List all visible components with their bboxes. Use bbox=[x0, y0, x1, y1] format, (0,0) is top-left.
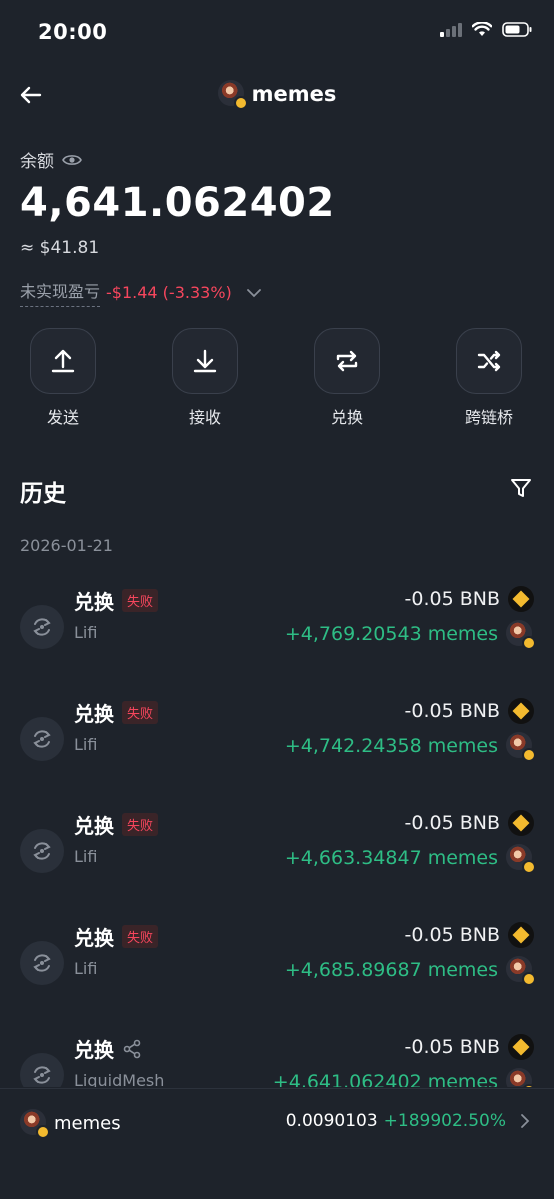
tx-type: 兑换 bbox=[74, 590, 114, 614]
swap-icon bbox=[336, 350, 358, 372]
send-button[interactable]: 发送 bbox=[29, 328, 97, 428]
transaction-row[interactable]: 兑换 失败 Lifi -0.05 BNB +4,685.89687 memes bbox=[0, 922, 554, 1034]
page-title: memes bbox=[0, 80, 554, 110]
filter-icon[interactable] bbox=[510, 477, 532, 499]
history-title: 历史 bbox=[20, 481, 66, 507]
tx-out-amount: -0.05 BNB bbox=[404, 924, 500, 946]
tx-in-amount: +4,742.24358 memes bbox=[284, 735, 498, 757]
share-icon[interactable] bbox=[122, 1039, 142, 1059]
failed-badge: 失败 bbox=[122, 813, 159, 836]
tx-out-amount: -0.05 BNB bbox=[404, 700, 500, 722]
failed-badge: 失败 bbox=[122, 925, 159, 948]
shuffle-icon bbox=[477, 350, 501, 372]
status-icons bbox=[440, 22, 532, 37]
balance-label: 余额 bbox=[20, 147, 82, 172]
history-date: 2026-01-21 bbox=[20, 536, 113, 555]
transaction-row[interactable]: 兑换 失败 Lifi -0.05 BNB +4,742.24358 memes bbox=[0, 698, 554, 810]
send-label: 发送 bbox=[46, 408, 79, 427]
balance-label-text: 余额 bbox=[20, 152, 54, 172]
tx-provider: Lifi bbox=[74, 959, 98, 978]
tx-type: 兑换 bbox=[74, 702, 114, 726]
tx-type: 兑换 bbox=[74, 926, 114, 950]
tx-in-amount: +4,663.34847 memes bbox=[284, 847, 498, 869]
transaction-row[interactable]: 兑换 失败 Lifi -0.05 BNB +4,663.34847 memes bbox=[0, 810, 554, 922]
swap-tx-icon bbox=[20, 717, 64, 761]
swap-tx-icon bbox=[20, 941, 64, 985]
bridge-label: 跨链桥 bbox=[464, 408, 513, 427]
eye-icon[interactable] bbox=[62, 153, 82, 167]
balance-usd: ≈ $41.81 bbox=[20, 238, 100, 258]
receive-label: 接收 bbox=[188, 408, 221, 427]
pnl-value: -$1.44 (-3.33%) bbox=[106, 283, 232, 302]
swap-tx-icon bbox=[20, 605, 64, 649]
tx-in-amount: +4,641.062402 memes bbox=[272, 1071, 498, 1087]
memes-token-icon bbox=[506, 956, 536, 986]
upload-icon bbox=[51, 349, 75, 373]
tx-provider: Lifi bbox=[74, 847, 98, 866]
price-bar[interactable]: memes 0.0090103 +189902.50% bbox=[0, 1088, 554, 1154]
swap-tx-icon bbox=[20, 829, 64, 873]
action-bar: 发送 接收 兑换 跨链桥 bbox=[0, 328, 554, 428]
tx-out-amount: -0.05 BNB bbox=[404, 812, 500, 834]
memes-token-icon bbox=[20, 1109, 50, 1139]
tx-type: 兑换 bbox=[74, 814, 114, 838]
tx-out-amount: -0.05 BNB bbox=[404, 588, 500, 610]
tx-type: 兑换 bbox=[74, 1038, 114, 1062]
swap-tx-icon bbox=[20, 1053, 64, 1087]
token-price: 0.0090103 bbox=[285, 1111, 378, 1131]
swap-label: 兑换 bbox=[330, 408, 363, 427]
failed-badge: 失败 bbox=[122, 701, 159, 724]
bnb-icon bbox=[508, 1034, 534, 1060]
memes-token-icon bbox=[506, 844, 536, 874]
unrealized-pnl[interactable]: 未实现盈亏 -$1.44 (-3.33%) bbox=[20, 278, 262, 307]
transaction-row[interactable]: 兑换 LiquidMesh -0.05 BNB +4,641.062402 me… bbox=[0, 1034, 554, 1087]
tx-in-amount: +4,685.89687 memes bbox=[284, 959, 498, 981]
tx-provider: Lifi bbox=[74, 735, 98, 754]
status-time: 20:00 bbox=[38, 20, 108, 44]
transaction-row-clipped: 兑换 LiquidMesh -0.05 BNB +4,641.062402 me… bbox=[0, 1034, 554, 1087]
failed-badge: 失败 bbox=[122, 589, 159, 612]
chevron-down-icon bbox=[246, 288, 261, 297]
token-name: memes bbox=[54, 1112, 121, 1134]
tx-provider: Lifi bbox=[74, 623, 98, 642]
bnb-icon bbox=[508, 586, 534, 612]
signal-icon bbox=[440, 22, 462, 37]
download-icon bbox=[193, 349, 217, 373]
tx-provider: LiquidMesh bbox=[74, 1071, 165, 1087]
memes-token-icon bbox=[506, 1068, 536, 1087]
receive-button[interactable]: 接收 bbox=[171, 328, 239, 428]
bnb-icon bbox=[508, 922, 534, 948]
balance-amount: 4,641.062402 bbox=[20, 180, 335, 226]
tx-in-amount: +4,769.20543 memes bbox=[284, 623, 498, 645]
swap-button[interactable]: 兑换 bbox=[313, 328, 381, 428]
tx-out-amount: -0.05 BNB bbox=[404, 1036, 500, 1058]
bridge-button[interactable]: 跨链桥 bbox=[455, 328, 523, 428]
transaction-row[interactable]: 兑换 失败 Lifi -0.05 BNB +4,769.20543 memes bbox=[0, 586, 554, 698]
memes-token-icon bbox=[217, 80, 248, 110]
bnb-icon bbox=[508, 810, 534, 836]
price-change: +189902.50% bbox=[383, 1111, 506, 1131]
bnb-icon bbox=[508, 698, 534, 724]
chevron-right-icon bbox=[521, 1114, 530, 1128]
memes-token-icon bbox=[506, 620, 536, 650]
pnl-label: 未实现盈亏 bbox=[20, 278, 101, 307]
battery-icon bbox=[502, 22, 532, 37]
memes-token-icon bbox=[506, 732, 536, 762]
wifi-icon bbox=[472, 22, 492, 36]
page-title-text: memes bbox=[251, 82, 337, 106]
